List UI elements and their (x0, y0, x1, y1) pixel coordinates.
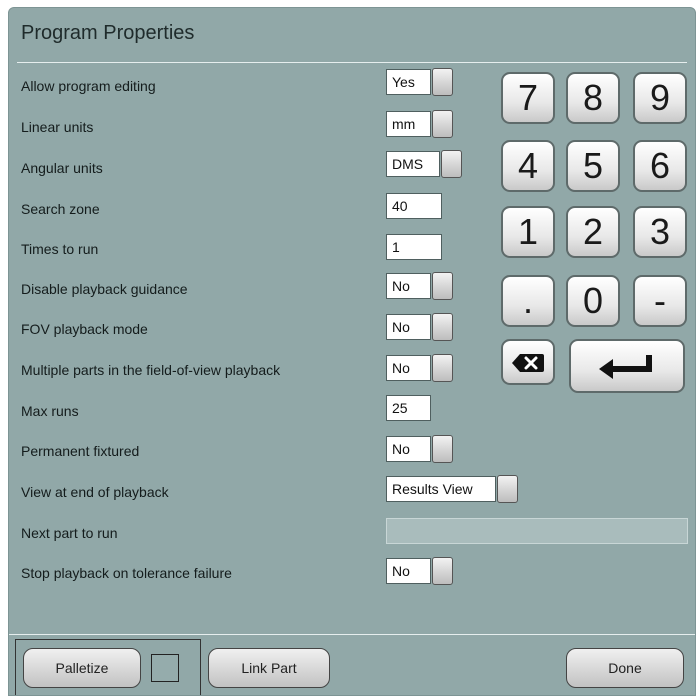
label-times-to-run: Times to run (21, 241, 99, 257)
palletize-checkbox[interactable] (151, 654, 179, 682)
fov-playback-toggle[interactable] (432, 313, 453, 341)
enter-arrow-icon (599, 355, 652, 379)
angular-units-toggle[interactable] (441, 150, 462, 178)
backspace-key[interactable] (501, 339, 555, 385)
fov-playback-select[interactable]: No (386, 314, 431, 340)
link-part-button[interactable]: Link Part (208, 648, 330, 688)
allow-editing-toggle[interactable] (432, 68, 453, 96)
label-stop-on-tolerance-failure: Stop playback on tolerance failure (21, 565, 232, 581)
dialog-title: Program Properties (21, 22, 195, 44)
label-fov-playback-mode: FOV playback mode (21, 321, 148, 337)
key-4[interactable]: 4 (501, 140, 555, 192)
view-at-end-toggle[interactable] (497, 475, 518, 503)
key-8[interactable]: 8 (566, 72, 620, 124)
multiple-parts-toggle[interactable] (432, 354, 453, 382)
key-7[interactable]: 7 (501, 72, 555, 124)
label-search-zone: Search zone (21, 201, 100, 217)
times-to-run-input[interactable]: 1 (386, 234, 442, 260)
label-permanent-fixtured: Permanent fixtured (21, 443, 140, 459)
angular-units-select[interactable]: DMS (386, 151, 440, 177)
label-next-part-to-run: Next part to run (21, 525, 118, 541)
label-angular-units: Angular units (21, 160, 103, 176)
key-6[interactable]: 6 (633, 140, 687, 192)
linear-units-toggle[interactable] (432, 110, 453, 138)
label-allow-program-editing: Allow program editing (21, 78, 156, 94)
search-zone-input[interactable]: 40 (386, 193, 442, 219)
linear-units-select[interactable]: mm (386, 111, 431, 137)
done-button[interactable]: Done (566, 648, 684, 688)
stop-on-failure-select[interactable]: No (386, 558, 431, 584)
key-minus[interactable]: - (633, 275, 687, 327)
key-9[interactable]: 9 (633, 72, 687, 124)
key-0[interactable]: 0 (566, 275, 620, 327)
key-decimal[interactable]: . (501, 275, 555, 327)
label-disable-playback-guidance: Disable playback guidance (21, 281, 188, 297)
label-linear-units: Linear units (21, 119, 94, 135)
disable-guidance-select[interactable]: No (386, 273, 431, 299)
label-max-runs: Max runs (21, 403, 79, 419)
max-runs-input[interactable]: 25 (386, 395, 431, 421)
multiple-parts-select[interactable]: No (386, 355, 431, 381)
palletize-button[interactable]: Palletize (23, 648, 141, 688)
next-part-input[interactable] (386, 518, 688, 544)
title-divider (17, 62, 687, 63)
program-properties-dialog: Program Properties Allow program editing… (8, 7, 696, 696)
footer-divider (9, 634, 695, 635)
label-view-at-end: View at end of playback (21, 484, 169, 500)
key-2[interactable]: 2 (566, 206, 620, 258)
stop-on-failure-toggle[interactable] (432, 557, 453, 585)
key-5[interactable]: 5 (566, 140, 620, 192)
enter-key[interactable] (569, 339, 685, 393)
key-1[interactable]: 1 (501, 206, 555, 258)
permanent-fixtured-toggle[interactable] (432, 435, 453, 463)
disable-guidance-toggle[interactable] (432, 272, 453, 300)
label-multiple-parts-fov: Multiple parts in the field-of-view play… (21, 362, 281, 378)
backspace-icon (512, 354, 544, 372)
permanent-fixtured-select[interactable]: No (386, 436, 431, 462)
key-3[interactable]: 3 (633, 206, 687, 258)
view-at-end-select[interactable]: Results View (386, 476, 496, 502)
allow-editing-select[interactable]: Yes (386, 69, 431, 95)
